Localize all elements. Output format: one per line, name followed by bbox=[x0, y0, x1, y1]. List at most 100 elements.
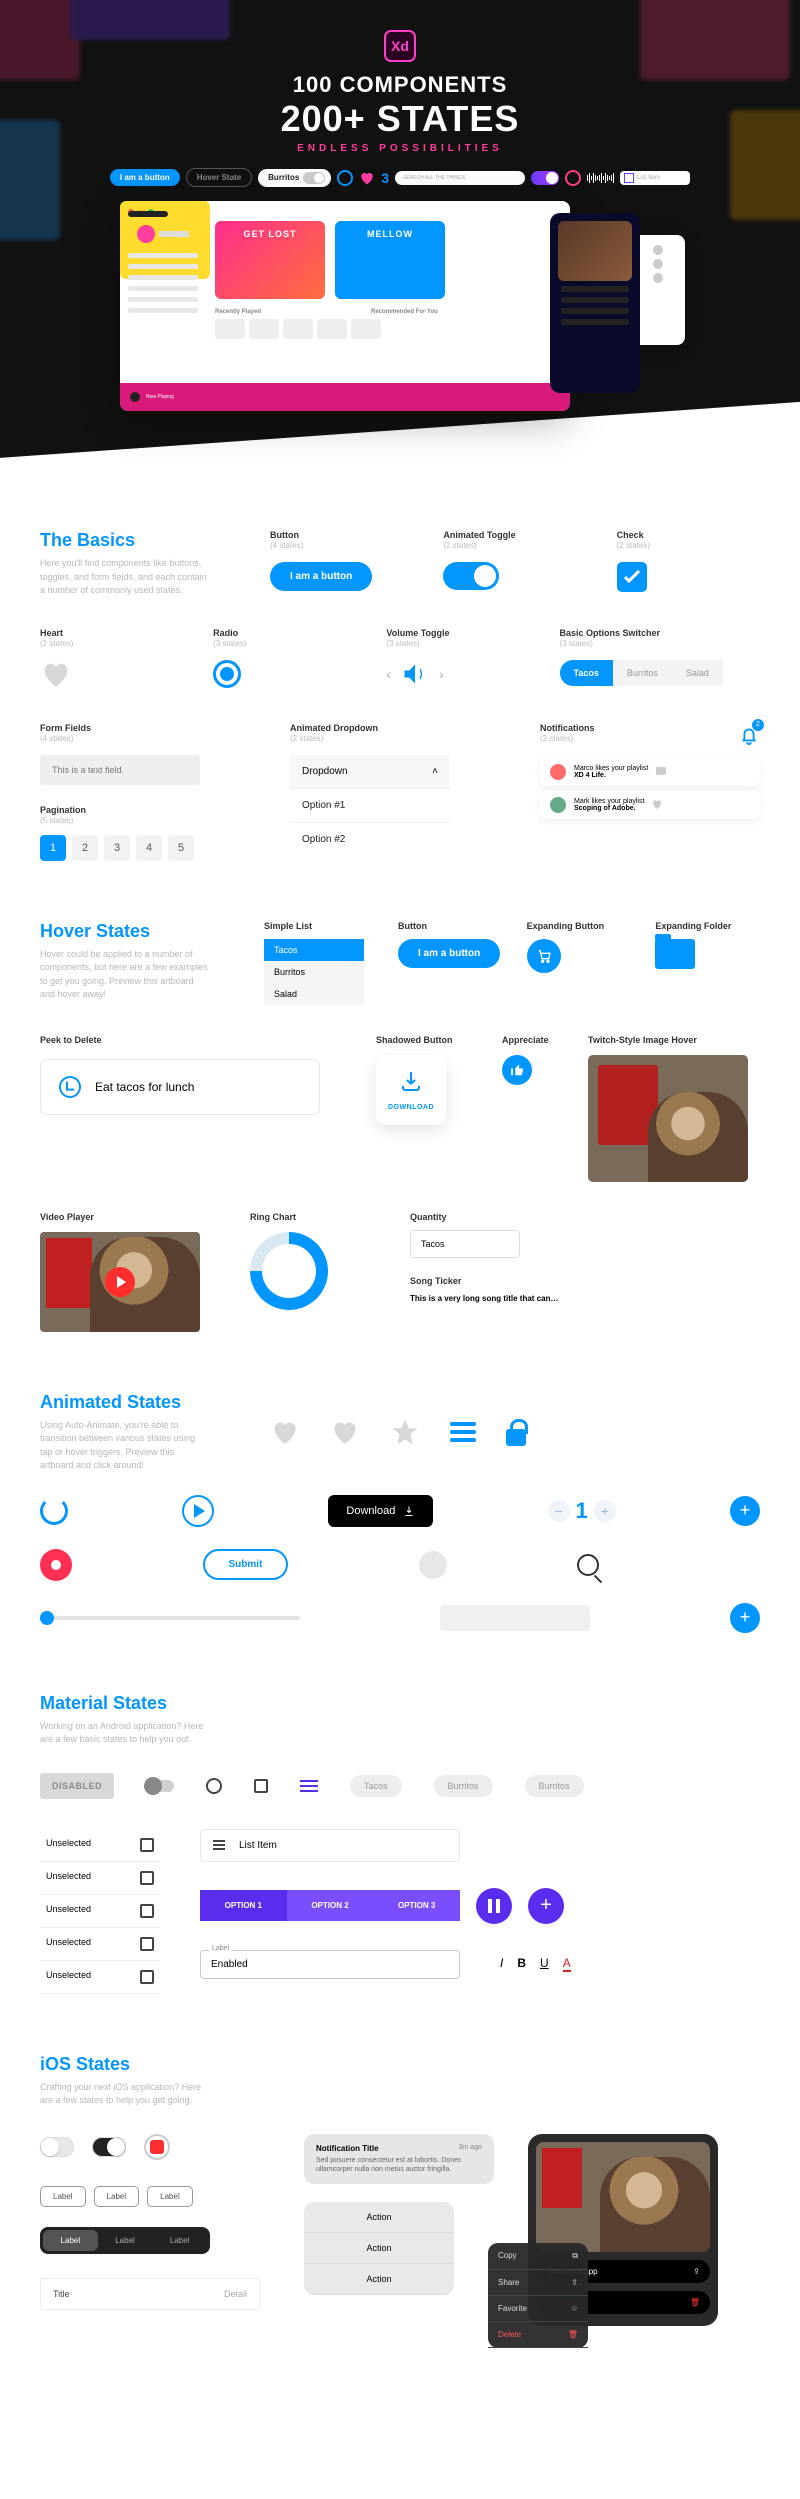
expanding-cart-button[interactable] bbox=[527, 939, 561, 973]
record-button[interactable] bbox=[40, 1549, 72, 1581]
menu-icon[interactable] bbox=[300, 1780, 318, 1792]
page-1[interactable]: 1 bbox=[40, 835, 66, 861]
dropdown-option-2[interactable]: Option #2 bbox=[290, 822, 450, 856]
material-checkbox[interactable] bbox=[140, 1970, 154, 1984]
option-burritos[interactable]: Burritos bbox=[613, 660, 672, 686]
heart-icon[interactable] bbox=[270, 1419, 300, 1445]
play-button[interactable] bbox=[105, 1267, 135, 1297]
pill-button[interactable]: I am a button bbox=[110, 169, 180, 186]
ios-switch-off[interactable] bbox=[40, 2137, 74, 2157]
list-item-burritos[interactable]: Burritos bbox=[264, 961, 364, 983]
page-5[interactable]: 5 bbox=[168, 835, 194, 861]
pill-burritos[interactable]: Burritos bbox=[258, 169, 331, 187]
tab-option-1[interactable]: OPTION 1 bbox=[200, 1890, 287, 1921]
italic-button[interactable]: I bbox=[500, 1956, 503, 1972]
stepper-minus[interactable]: − bbox=[548, 1500, 570, 1522]
page-4[interactable]: 4 bbox=[136, 835, 162, 861]
pill-hover-state[interactable]: Hover State bbox=[186, 168, 252, 187]
menu-delete[interactable]: Delete🗑 bbox=[488, 2322, 588, 2348]
animated-toggle[interactable] bbox=[443, 562, 499, 590]
material-checkbox[interactable] bbox=[254, 1779, 268, 1793]
chip-burritos[interactable]: Burritos bbox=[525, 1775, 584, 1797]
checkbox[interactable] bbox=[617, 562, 647, 592]
option-tacos[interactable]: Tacos bbox=[560, 660, 613, 686]
bold-button[interactable]: B bbox=[517, 1956, 526, 1972]
dropdown[interactable]: Dropdown˄ Option #1 Option #2 bbox=[290, 755, 450, 856]
material-switch[interactable] bbox=[146, 1780, 174, 1792]
morph-circle[interactable] bbox=[419, 1551, 447, 1579]
video-player[interactable] bbox=[40, 1232, 200, 1332]
gradient-switch[interactable] bbox=[531, 171, 559, 185]
tab-option-2[interactable]: OPTION 2 bbox=[287, 1890, 374, 1921]
hamburger-icon[interactable] bbox=[450, 1422, 476, 1442]
chevron-right-icon[interactable]: › bbox=[439, 666, 444, 682]
action-item[interactable]: Action bbox=[304, 2264, 454, 2295]
ios-chip[interactable]: Label bbox=[40, 2186, 86, 2207]
chip-tacos[interactable]: Tacos bbox=[350, 1775, 402, 1797]
add-fab[interactable]: + bbox=[528, 1888, 564, 1924]
pause-fab[interactable] bbox=[476, 1888, 512, 1924]
ios-record-button[interactable] bbox=[144, 2134, 170, 2160]
ios-chip[interactable]: Label bbox=[147, 2186, 193, 2207]
ios-switch-on[interactable] bbox=[92, 2137, 126, 2157]
heart-icon[interactable] bbox=[40, 660, 72, 688]
bell-icon[interactable]: 2 bbox=[738, 723, 760, 745]
text-input[interactable] bbox=[440, 1605, 590, 1631]
list-item-salad[interactable]: Salad bbox=[264, 983, 364, 1005]
radio-button[interactable] bbox=[213, 660, 241, 688]
ios-notification[interactable]: Notification Title3m ago Sed posuere con… bbox=[304, 2134, 494, 2184]
hover-button[interactable]: I am a button bbox=[398, 939, 500, 968]
material-radio[interactable] bbox=[206, 1778, 222, 1794]
play-outline-button[interactable] bbox=[182, 1495, 214, 1527]
lock-icon[interactable] bbox=[506, 1429, 526, 1446]
download-button[interactable]: Download bbox=[328, 1495, 433, 1527]
quantity-input[interactable]: Tacos bbox=[410, 1230, 520, 1258]
underline-button[interactable]: U bbox=[540, 1956, 549, 1972]
material-checkbox[interactable] bbox=[140, 1871, 154, 1885]
segment[interactable]: Label bbox=[43, 2230, 98, 2251]
menu-copy[interactable]: Copy⧉ bbox=[488, 2243, 588, 2270]
page-3[interactable]: 3 bbox=[104, 835, 130, 861]
segment[interactable]: Label bbox=[152, 2230, 207, 2251]
stepper-plus[interactable]: + bbox=[594, 1500, 616, 1522]
material-checkbox[interactable] bbox=[140, 1904, 154, 1918]
action-item[interactable]: Action bbox=[304, 2202, 454, 2233]
expanding-folder[interactable] bbox=[655, 939, 695, 969]
volume-icon[interactable] bbox=[399, 660, 431, 688]
page-2[interactable]: 2 bbox=[72, 835, 98, 861]
notification-item[interactable]: Mark likes your playlistScoping of Adobe… bbox=[540, 791, 760, 819]
material-list-item[interactable]: List Item bbox=[200, 1829, 460, 1862]
material-checkbox[interactable] bbox=[140, 1838, 154, 1852]
color-button[interactable]: A bbox=[563, 1956, 571, 1972]
search-icon[interactable] bbox=[577, 1554, 599, 1576]
primary-button[interactable]: I am a button bbox=[270, 562, 372, 591]
peek-to-delete[interactable]: Eat tacos for lunch bbox=[40, 1059, 320, 1115]
chevron-left-icon[interactable]: ‹ bbox=[386, 666, 391, 682]
dropdown-option-1[interactable]: Option #1 bbox=[290, 788, 450, 822]
fab-button[interactable]: + bbox=[730, 1496, 760, 1526]
options-switcher[interactable]: TacosBurritosSalad bbox=[560, 660, 760, 686]
text-field[interactable] bbox=[40, 755, 200, 785]
twitch-image-hover[interactable] bbox=[588, 1055, 748, 1182]
star-icon[interactable] bbox=[390, 1417, 420, 1447]
ios-segmented-control[interactable]: LabelLabelLabel bbox=[40, 2227, 210, 2254]
option-salad[interactable]: Salad bbox=[672, 660, 723, 686]
action-item[interactable]: Action bbox=[304, 2233, 454, 2264]
menu-share[interactable]: Share⇪ bbox=[488, 2270, 588, 2296]
heart-icon[interactable] bbox=[330, 1419, 360, 1445]
search-pill[interactable]: SEARCH ALL THE THINGS bbox=[395, 171, 525, 185]
submit-button[interactable]: Submit bbox=[203, 1549, 289, 1580]
fab-button[interactable]: + bbox=[730, 1603, 760, 1633]
appreciate-button[interactable] bbox=[502, 1055, 532, 1085]
chip-burritos[interactable]: Burritos bbox=[434, 1775, 493, 1797]
material-text-field[interactable]: LabelEnabled bbox=[200, 1950, 460, 1979]
menu-favorite[interactable]: Favorite☆ bbox=[488, 2296, 588, 2322]
tab-option-3[interactable]: OPTION 3 bbox=[373, 1890, 460, 1921]
list-item-tacos[interactable]: Tacos bbox=[264, 939, 364, 961]
shadowed-button[interactable]: DOWNLOAD bbox=[376, 1055, 446, 1125]
slider[interactable] bbox=[40, 1616, 300, 1620]
notification-item[interactable]: Marco likes your playlistXD 4 Life. bbox=[540, 758, 760, 786]
segment[interactable]: Label bbox=[98, 2230, 153, 2251]
material-checkbox[interactable] bbox=[140, 1937, 154, 1951]
ios-chip[interactable]: Label bbox=[94, 2186, 140, 2207]
